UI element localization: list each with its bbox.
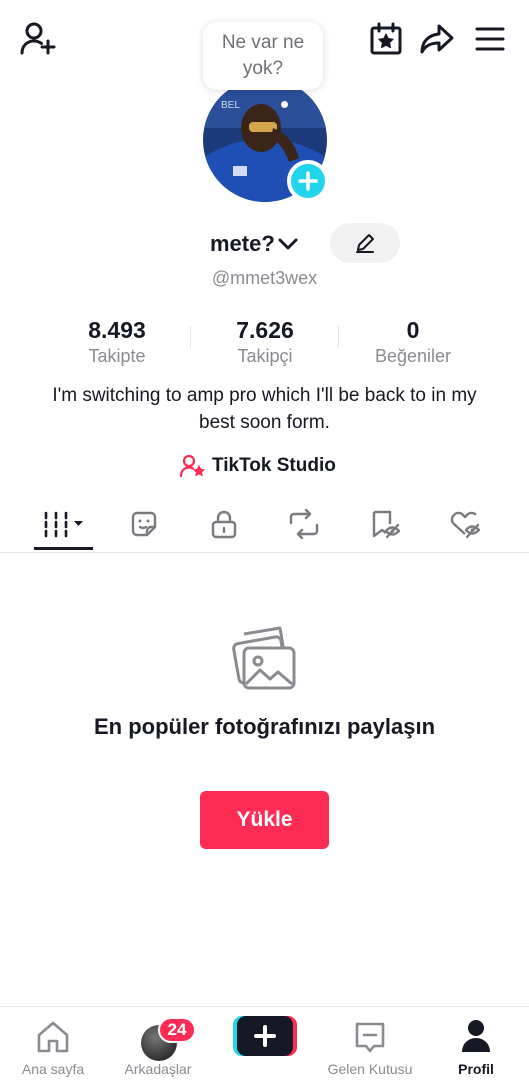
tiktok-studio-label: TikTok Studio (212, 455, 336, 476)
nav-home[interactable]: Ana sayfa (3, 1015, 103, 1079)
nav-inbox-label: Gelen Kutusu (327, 1061, 413, 1077)
stat-likes[interactable]: 0 Beğeniler (338, 316, 488, 368)
photos-icon (230, 626, 298, 692)
username-switcher[interactable]: mete? (210, 224, 299, 264)
profile-bio: I'm switching to amp pro which I'll be b… (52, 385, 477, 433)
tab-liked[interactable] (436, 500, 496, 548)
likes-count: 0 (406, 317, 420, 343)
chevron-down-icon (277, 235, 299, 253)
favorites-hidden-icon (370, 509, 402, 539)
add-friend-icon[interactable] (16, 18, 60, 60)
nav-profile-label: Profil (458, 1061, 494, 1077)
tab-favorites[interactable] (356, 500, 416, 548)
note-text: Ne var ne yok? (221, 32, 305, 79)
stat-following[interactable]: 8.493 Takipte (42, 316, 192, 368)
liked-hidden-icon (449, 509, 483, 539)
likes-label: Beğeniler (374, 346, 452, 366)
username-handle: @mmet3wex (211, 268, 318, 288)
user-star-icon (180, 454, 206, 478)
sticker-icon (129, 509, 159, 539)
tab-videos[interactable] (34, 500, 94, 548)
svg-text:BEL: BEL (221, 100, 240, 111)
repost-icon (287, 509, 321, 539)
note-bubble[interactable]: Ne var ne yok? (203, 22, 323, 90)
calendar-star-icon[interactable] (364, 18, 408, 60)
active-tab-indicator (34, 547, 93, 550)
stat-followers[interactable]: 7.626 Takipçi (190, 316, 340, 368)
following-count: 8.493 (88, 317, 146, 343)
tab-reposts[interactable] (274, 500, 334, 548)
videos-grid-icon (41, 510, 87, 538)
followers-count: 7.626 (236, 317, 294, 343)
pencil-icon (354, 232, 376, 254)
edit-profile-button[interactable] (330, 223, 400, 263)
profile-icon (461, 1019, 491, 1053)
create-button[interactable] (233, 1016, 297, 1056)
share-icon[interactable] (415, 18, 459, 60)
tiktok-studio-link[interactable]: TikTok Studio (180, 452, 336, 480)
nav-inbox[interactable]: Gelen Kutusu (320, 1015, 420, 1079)
menu-icon[interactable] (468, 18, 512, 60)
tab-stickers[interactable] (114, 500, 174, 548)
empty-state-title: En popüler fotoğrafınızı paylaşın (93, 714, 436, 739)
nav-home-label: Ana sayfa (21, 1061, 85, 1077)
following-label: Takipte (88, 346, 146, 366)
display-name: mete? (210, 231, 275, 256)
followers-label: Takipçi (237, 346, 293, 366)
note-bubble-tail (281, 101, 288, 108)
nav-friends[interactable]: 24 Arkadaşlar (108, 1015, 208, 1079)
add-avatar-button[interactable] (287, 160, 329, 202)
tab-private[interactable] (194, 500, 254, 548)
nav-friends-label: Arkadaşlar (124, 1061, 192, 1077)
home-icon (35, 1019, 71, 1055)
inbox-icon (354, 1021, 386, 1055)
friends-notification-badge: 24 (158, 1017, 196, 1043)
nav-profile[interactable]: Profil (426, 1015, 526, 1079)
upload-button[interactable]: Yükle (200, 791, 329, 849)
tabs-divider (0, 552, 529, 553)
lock-icon (210, 509, 238, 539)
